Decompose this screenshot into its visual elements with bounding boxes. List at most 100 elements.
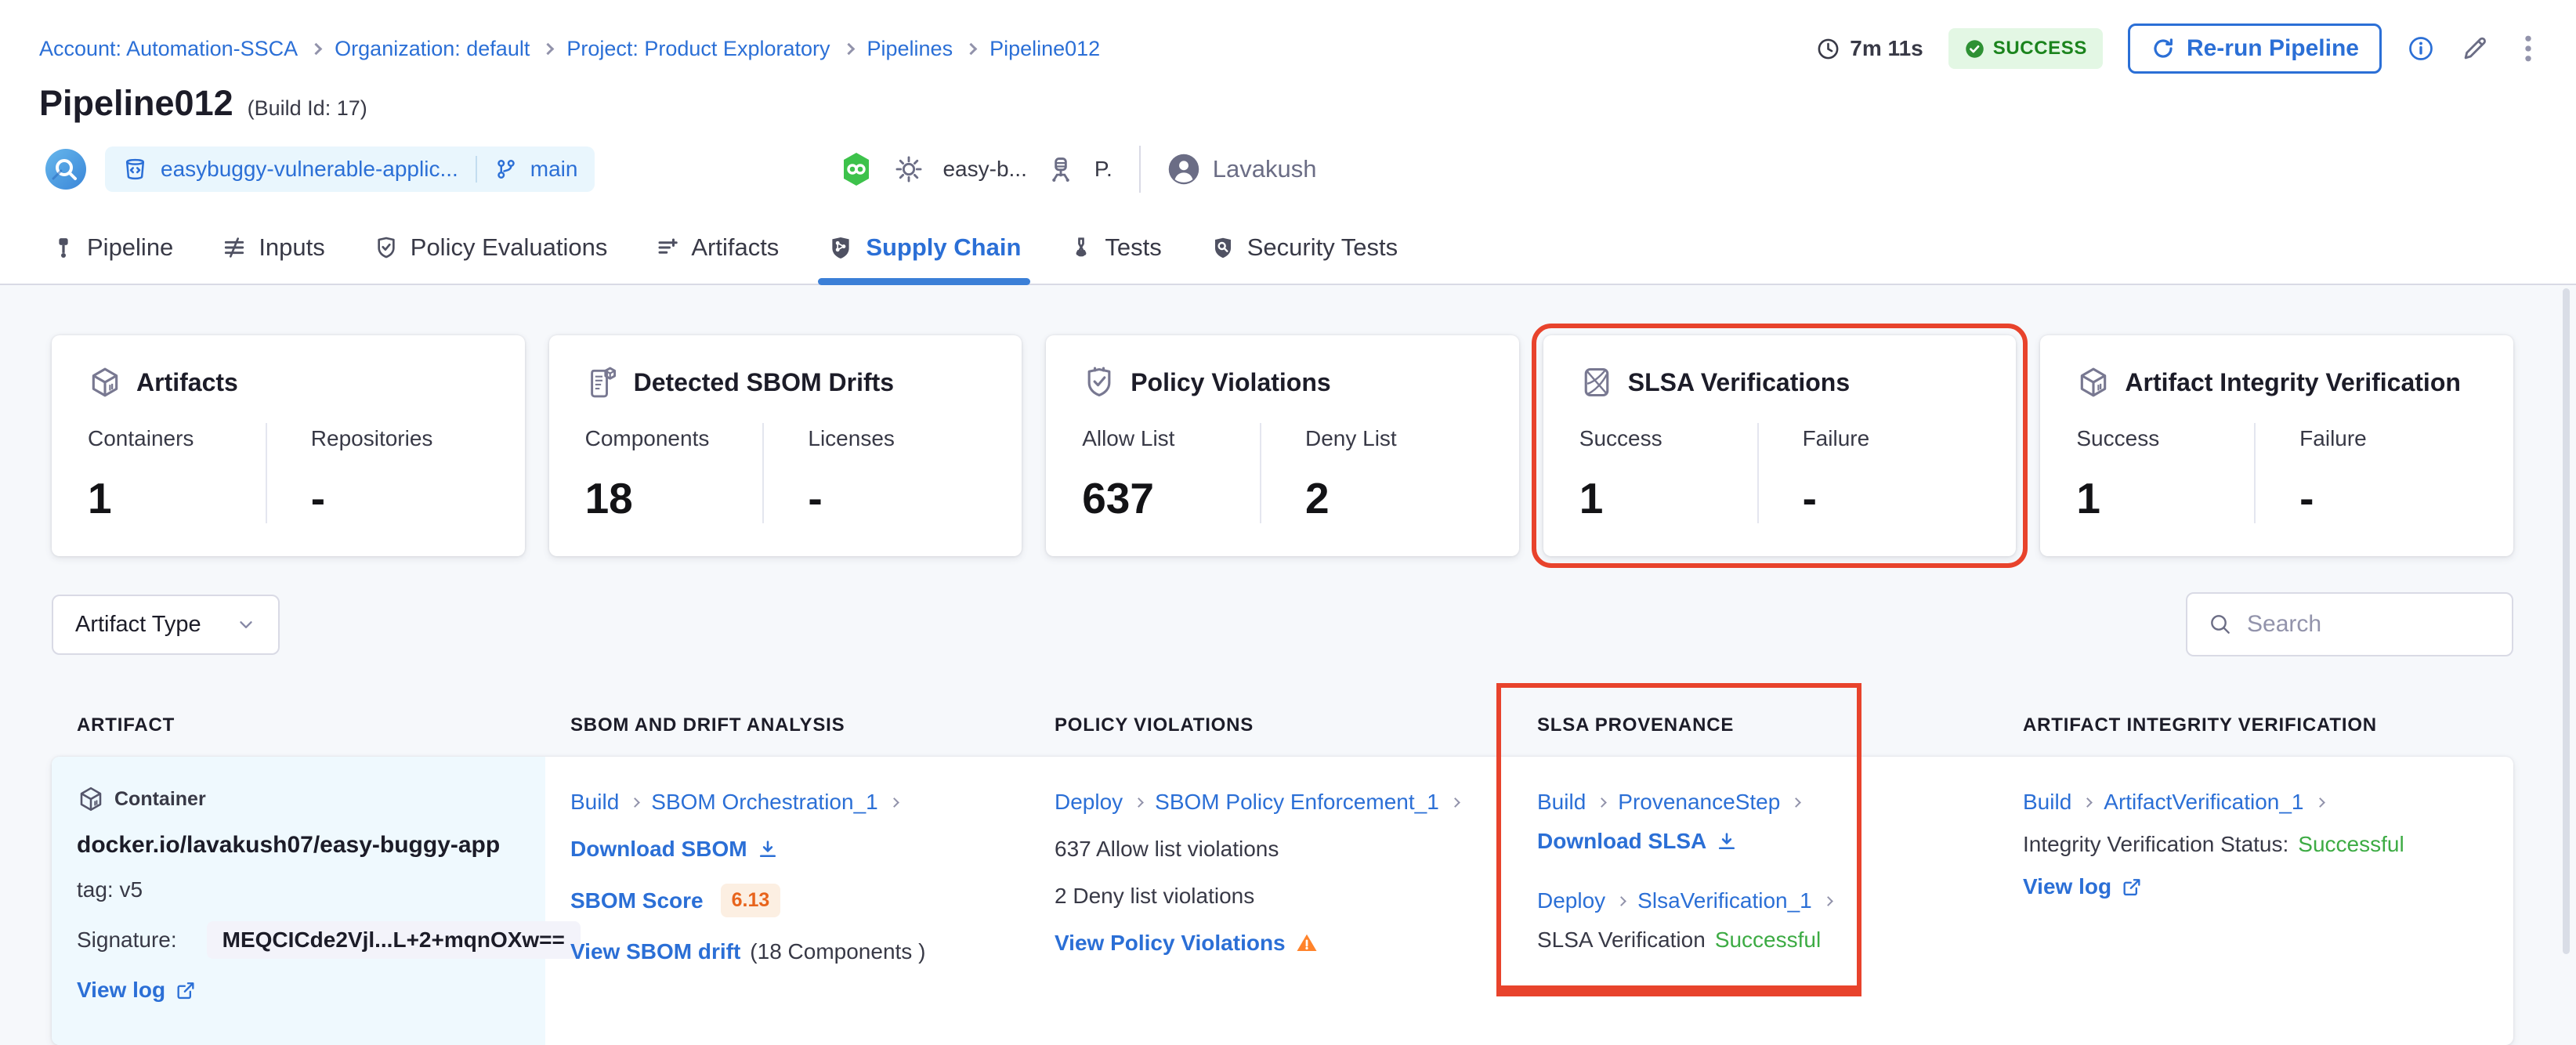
chevron-right-icon: [1449, 797, 1460, 808]
supply-chain-shield-icon: [832, 237, 849, 259]
metric: Success 1: [1579, 426, 1662, 522]
trigger-group: easy-b... P.: [838, 150, 1113, 188]
inputs-icon: [225, 237, 244, 258]
avatar-icon: [1168, 154, 1199, 185]
container-cube-icon: [80, 786, 102, 812]
stage-link[interactable]: Build: [2023, 790, 2071, 815]
clock-icon: [1818, 38, 1839, 59]
tab-tests[interactable]: Tests: [1068, 222, 1163, 284]
step-link[interactable]: ProvenanceStep: [1618, 790, 1780, 815]
chevron-right-icon: [1822, 895, 1833, 906]
column-slsa: SLSA PROVENANCE: [1537, 714, 1735, 736]
signature-value[interactable]: MEQCICde2Vjl...L+2+mqnOXw==: [206, 921, 581, 959]
artifact-tag: tag: v5: [77, 877, 143, 902]
view-log-link[interactable]: View log: [77, 978, 197, 1003]
tab-label: Pipeline: [87, 233, 174, 261]
branch-link[interactable]: main: [530, 157, 578, 182]
signature-label: Signature:: [77, 927, 177, 952]
summary-card-policy-violations: Policy Violations Allow List 637 Deny Li…: [1046, 335, 1519, 556]
search-input[interactable]: [2247, 611, 2491, 638]
stage-link[interactable]: Deploy: [1537, 888, 1605, 913]
page-title: Pipeline012: [39, 83, 233, 123]
chevron-right-icon: [888, 797, 899, 808]
artifacts-icon: [658, 238, 678, 254]
webhook-trigger-icon: [844, 153, 870, 186]
download-slsa-link[interactable]: Download SLSA: [1537, 829, 1738, 854]
card-title-text: Artifacts: [136, 367, 238, 396]
breadcrumb-organization[interactable]: Organization: default: [335, 37, 530, 61]
cube-icon: [2081, 367, 2107, 397]
tab-pipeline[interactable]: Pipeline: [50, 222, 175, 284]
rerun-pipeline-button[interactable]: Re-run Pipeline: [2127, 24, 2382, 74]
download-sbom-link[interactable]: Download SBOM: [570, 837, 779, 862]
step-link[interactable]: ArtifactVerification_1: [2104, 790, 2303, 815]
status-badge: SUCCESS: [1948, 28, 2103, 69]
tab-policy-evaluations[interactable]: Policy Evaluations: [372, 222, 610, 284]
breadcrumb-project[interactable]: Project: Product Exploratory: [566, 37, 830, 61]
view-log-link[interactable]: View log: [2023, 874, 2143, 899]
build-id: (Build Id: 17): [247, 96, 367, 120]
tab-label: Supply Chain: [866, 233, 1022, 261]
rerun-label: Re-run Pipeline: [2186, 35, 2359, 61]
supply-chain-panel: Artifacts Containers 1 Repositories - De…: [0, 285, 2576, 1045]
column-sbom: SBOM AND DRIFT ANALYSIS: [570, 714, 845, 736]
sbom-score-link[interactable]: SBOM Score: [570, 888, 704, 913]
metric: Licenses -: [762, 423, 986, 523]
warning-triangle-icon: [1297, 934, 1317, 951]
chevron-right-icon: [1791, 797, 1802, 808]
more-options-button[interactable]: [2515, 33, 2542, 64]
tab-security-tests[interactable]: Security Tests: [1209, 222, 1399, 284]
summary-card-artifacts: Artifacts Containers 1 Repositories -: [52, 335, 525, 556]
artifact-type-dropdown[interactable]: Artifact Type: [52, 594, 280, 655]
view-policy-violations-link[interactable]: View Policy Violations: [1055, 931, 1286, 956]
scrollbar[interactable]: [2563, 288, 2570, 954]
chevron-right-icon: [2314, 797, 2325, 808]
step-link[interactable]: SBOM Policy Enforcement_1: [1155, 790, 1439, 815]
tab-supply-chain[interactable]: Supply Chain: [818, 222, 1031, 285]
integrity-cell: Build ArtifactVerification_1 Integrity V…: [1998, 757, 2513, 1045]
sbom-cell: Build SBOM Orchestration_1 Download SBOM…: [545, 757, 1029, 1045]
integrity-status-label: Integrity Verification Status:: [2023, 832, 2289, 856]
chevron-right-icon: [1134, 797, 1145, 808]
pipeline-icon: [59, 238, 68, 258]
download-icon: [759, 841, 776, 858]
view-sbom-drift-link[interactable]: View SBOM drift: [570, 939, 740, 964]
breadcrumb-account[interactable]: Account: Automation-SSCA: [39, 37, 298, 61]
allow-violations-text: 637 Allow list violations: [1055, 837, 1279, 861]
metric: Repositories -: [265, 423, 489, 523]
chevron-right-icon: [309, 42, 323, 55]
kebab-icon: [2525, 35, 2531, 62]
chevron-right-icon: [1597, 797, 1608, 808]
step-link[interactable]: SBOM Orchestration_1: [651, 790, 877, 815]
summary-card-slsa-verifications: SLSA Verifications Success 1 Failure -: [1531, 324, 2028, 568]
divider: [1138, 146, 1141, 193]
edit-pipeline-button[interactable]: [2460, 34, 2490, 63]
summary-cards: Artifacts Containers 1 Repositories - De…: [52, 324, 2513, 568]
step-link[interactable]: SlsaVerification_1: [1637, 888, 1812, 913]
pencil-icon: [2464, 37, 2486, 60]
column-integrity: ARTIFACT INTEGRITY VERIFICATION: [2023, 714, 2377, 736]
gear-icon[interactable]: [894, 154, 924, 184]
breadcrumb-pipelines[interactable]: Pipelines: [867, 37, 953, 61]
artifact-type-label: Artifact Type: [75, 611, 201, 637]
tab-inputs[interactable]: Inputs: [220, 222, 326, 284]
metric: Failure -: [1757, 423, 1981, 523]
stage-link[interactable]: Build: [570, 790, 619, 815]
metric: Deny List 2: [1259, 423, 1483, 523]
flask-icon: [1076, 237, 1087, 257]
stage-link[interactable]: Deploy: [1055, 790, 1123, 815]
repo-link[interactable]: easybuggy-vulnerable-applic...: [161, 157, 458, 182]
stage-link[interactable]: Build: [1537, 790, 1586, 815]
tab-artifacts[interactable]: Artifacts: [654, 222, 780, 284]
git-branch-icon: [497, 160, 515, 179]
info-button[interactable]: [2407, 34, 2435, 63]
security-shield-icon: [1214, 237, 1231, 259]
column-artifact: ARTIFACT: [77, 714, 175, 736]
breadcrumb-current[interactable]: Pipeline012: [990, 37, 1100, 61]
metric: Components 18: [584, 426, 710, 522]
external-link-icon: [2123, 879, 2140, 896]
external-link-icon: [177, 982, 194, 1000]
chevron-down-icon: [239, 621, 252, 628]
chevron-right-icon: [964, 42, 978, 55]
